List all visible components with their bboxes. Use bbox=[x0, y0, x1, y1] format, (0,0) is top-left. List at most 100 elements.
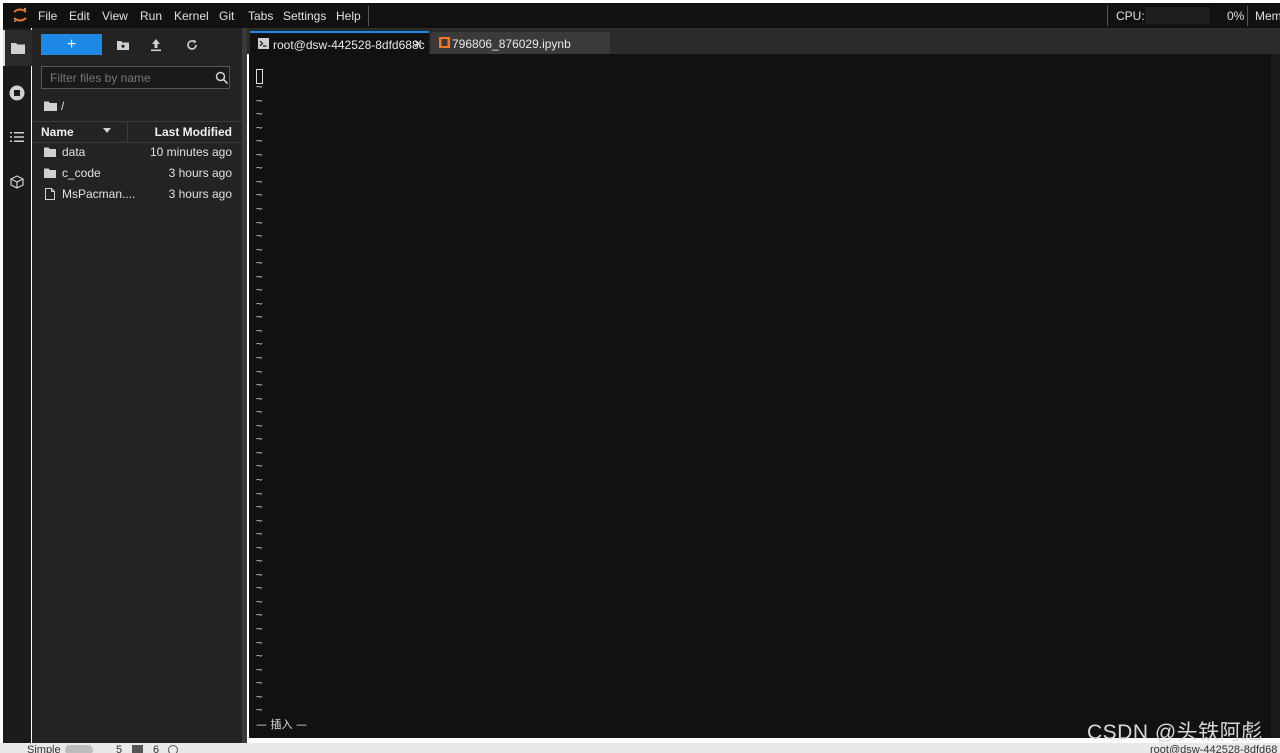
vim-empty-line-tilde: ~ bbox=[256, 635, 263, 649]
close-icon[interactable]: ✕ bbox=[413, 37, 423, 51]
vim-empty-line-tilde: ~ bbox=[256, 418, 263, 432]
file-row[interactable]: MsPacman.... 3 hours ago bbox=[32, 184, 242, 204]
menu-run[interactable]: Run bbox=[140, 9, 162, 23]
column-name-header[interactable]: Name bbox=[41, 125, 74, 139]
file-row[interactable]: c_code 3 hours ago bbox=[32, 163, 242, 183]
vim-empty-line-tilde: ~ bbox=[256, 296, 263, 310]
search-icon bbox=[215, 71, 229, 85]
vim-empty-line-tilde: ~ bbox=[256, 134, 263, 148]
vim-empty-line-tilde: ~ bbox=[256, 188, 263, 202]
vim-empty-line-tilde: ~ bbox=[256, 269, 263, 283]
refresh-icon[interactable] bbox=[183, 36, 201, 54]
vim-empty-line-tilde: ~ bbox=[256, 337, 263, 351]
upload-icon[interactable] bbox=[147, 36, 165, 54]
vim-empty-line-tilde: ~ bbox=[256, 120, 263, 134]
file-list-header: Name Last Modified bbox=[32, 121, 242, 143]
activity-bar bbox=[3, 28, 33, 743]
menu-help[interactable]: Help bbox=[336, 9, 361, 23]
simple-mode-toggle[interactable] bbox=[65, 745, 93, 753]
vim-empty-line-tilde: ~ bbox=[256, 500, 263, 514]
menu-tabs[interactable]: Tabs bbox=[248, 9, 273, 23]
column-divider[interactable] bbox=[127, 122, 128, 142]
vim-empty-line-tilde: ~ bbox=[256, 364, 263, 378]
vim-empty-line-tilde: ~ bbox=[256, 594, 263, 608]
folder-icon bbox=[44, 147, 56, 157]
terminal-icon bbox=[258, 38, 269, 49]
breadcrumb[interactable]: / bbox=[44, 98, 64, 114]
tab-terminal[interactable]: root@dsw-442528-8dfd688c ✕ bbox=[250, 31, 429, 56]
vim-empty-line-tilde: ~ bbox=[256, 201, 263, 215]
menu-file[interactable]: File bbox=[38, 9, 57, 23]
breadcrumb-path[interactable]: / bbox=[61, 99, 64, 113]
vim-empty-line-tilde: ~ bbox=[256, 323, 263, 337]
vim-empty-line-tilde: ~ bbox=[256, 567, 263, 581]
vim-empty-line-tilde: ~ bbox=[256, 540, 263, 554]
menu-edit[interactable]: Edit bbox=[69, 9, 90, 23]
vim-empty-line-tilde: ~ bbox=[256, 215, 263, 229]
tab-label[interactable]: 796806_876029.ipynb bbox=[452, 37, 571, 51]
file-row[interactable]: data 10 minutes ago bbox=[32, 142, 242, 162]
table-of-contents-tab[interactable] bbox=[3, 119, 31, 155]
vim-empty-line-tilde: ~ bbox=[256, 432, 263, 446]
vim-empty-line-tilde: ~ bbox=[256, 445, 263, 459]
file-name[interactable]: data bbox=[62, 145, 85, 159]
sort-caret-down-icon[interactable] bbox=[103, 128, 111, 133]
cpu-usage-bar bbox=[1145, 7, 1209, 24]
watermark: CSDN @头铁阿彪 bbox=[1087, 721, 1263, 744]
vim-empty-line-tilde: ~ bbox=[256, 649, 263, 663]
status-count-a: 5 bbox=[116, 744, 123, 753]
status-count-b: 6 bbox=[153, 744, 160, 753]
vim-empty-line-tilde: ~ bbox=[256, 703, 263, 717]
file-filter-input[interactable] bbox=[41, 66, 230, 89]
vim-empty-line-tilde: ~ bbox=[256, 93, 263, 107]
panel-splitter[interactable] bbox=[242, 28, 247, 743]
status-divider bbox=[1107, 6, 1108, 26]
vim-empty-line-tilde: ~ bbox=[256, 608, 263, 622]
tab-notebook[interactable]: 796806_876029.ipynb bbox=[431, 32, 610, 54]
menu-divider bbox=[368, 6, 369, 26]
vim-insert-mode-indicator: — 插入 — bbox=[256, 718, 307, 731]
menu-view[interactable]: View bbox=[102, 9, 128, 23]
terminal-scrollbar[interactable] bbox=[1271, 54, 1280, 738]
file-icon bbox=[45, 188, 55, 200]
list-icon bbox=[10, 132, 24, 142]
vim-empty-line-tilde: ~ bbox=[256, 256, 263, 270]
file-modified: 10 minutes ago bbox=[149, 145, 232, 159]
vim-empty-line-tilde: ~ bbox=[256, 689, 263, 703]
new-launcher-button[interactable]: + bbox=[41, 34, 102, 55]
column-modified-header[interactable]: Last Modified bbox=[155, 125, 232, 139]
file-name[interactable]: c_code bbox=[62, 166, 101, 180]
file-browser-tab[interactable] bbox=[3, 30, 33, 66]
vim-empty-line-tilde: ~ bbox=[256, 174, 263, 188]
menu-settings[interactable]: Settings bbox=[283, 9, 326, 23]
vim-empty-line-tilde: ~ bbox=[256, 405, 263, 419]
file-modified: 3 hours ago bbox=[168, 166, 232, 180]
vim-empty-line-tilde: ~ bbox=[256, 242, 263, 256]
jupyter-logo-icon bbox=[13, 7, 27, 22]
vim-empty-line-tilde: ~ bbox=[256, 581, 263, 595]
terminal-status-icon bbox=[132, 745, 143, 753]
file-name[interactable]: MsPacman.... bbox=[62, 187, 135, 201]
vim-empty-line-tilde: ~ bbox=[256, 283, 263, 297]
kernel-status-icon bbox=[168, 745, 178, 753]
menu-kernel[interactable]: Kernel bbox=[174, 9, 209, 23]
tab-label[interactable]: root@dsw-442528-8dfd688c bbox=[273, 38, 425, 52]
vim-empty-line-tilde: ~ bbox=[256, 378, 263, 392]
menu-git[interactable]: Git bbox=[219, 9, 234, 23]
vim-empty-line-tilde: ~ bbox=[256, 161, 263, 175]
memory-label: Mem: bbox=[1255, 9, 1280, 23]
menu-bar: File Edit View Run Kernel Git Tabs Setti… bbox=[3, 3, 1280, 28]
tab-bar: root@dsw-442528-8dfd688c ✕ 796806_876029… bbox=[247, 28, 1280, 56]
stop-circle-icon bbox=[9, 85, 25, 101]
vim-empty-line-tilde: ~ bbox=[256, 229, 263, 243]
extension-manager-tab[interactable] bbox=[3, 164, 31, 200]
notebook-icon bbox=[439, 37, 450, 48]
new-folder-icon[interactable] bbox=[114, 36, 132, 54]
cpu-value: 0% bbox=[1227, 9, 1245, 23]
simple-mode-label: Simple bbox=[27, 744, 61, 753]
vim-empty-line-tilde: ~ bbox=[256, 107, 263, 121]
terminal-area[interactable]: ~ ~ ~ ~ ~ ~ ~ ~ ~ ~ ~ ~ ~ ~ ~ ~ ~ ~ ~ ~ ~ ~ ~ ~ ~ ~ ~ ~ ~ ~ ~ ~ ~ ~ ~ ~ ~ ~ ~ ~… bbox=[249, 54, 1280, 738]
running-sessions-tab[interactable] bbox=[3, 74, 31, 110]
cube-icon bbox=[10, 175, 24, 189]
folder-icon bbox=[11, 43, 25, 54]
